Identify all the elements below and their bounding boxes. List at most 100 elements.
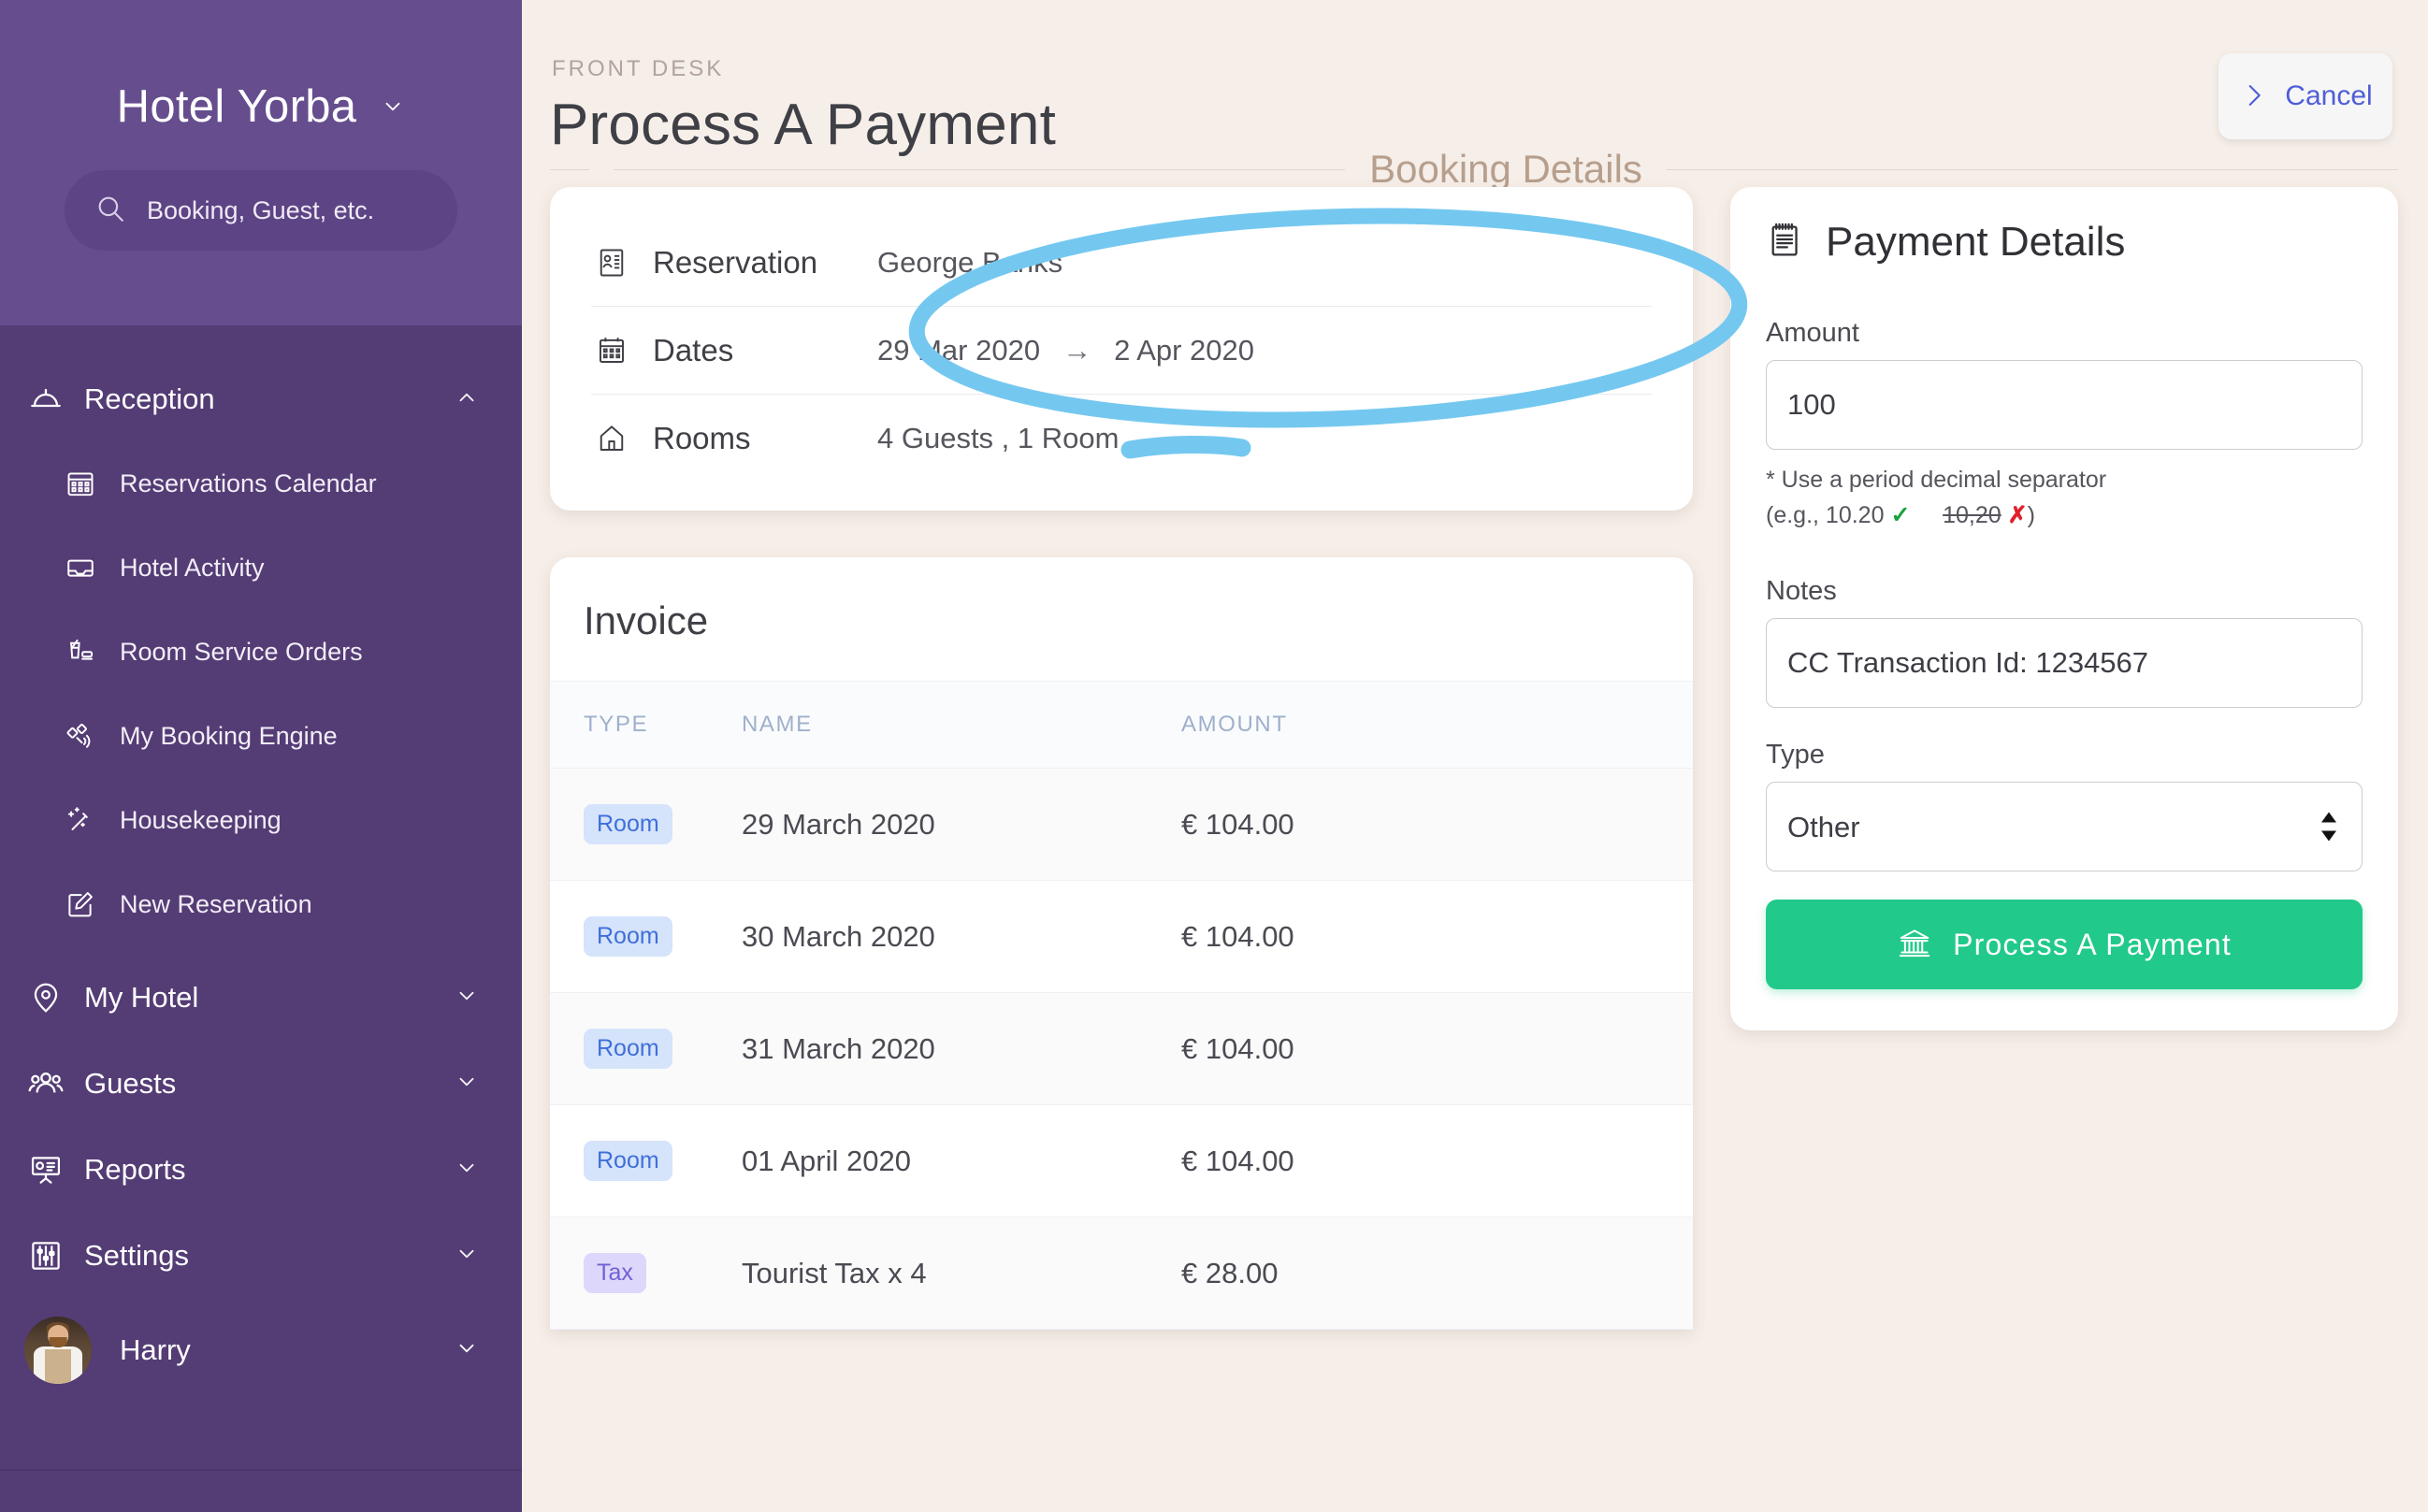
divider-line-right (1666, 168, 2399, 170)
section-divider: Booking Details (550, 147, 2399, 192)
invoice-cell-amount: € 104.00 (1181, 1104, 1693, 1217)
divider-line-left (550, 168, 589, 170)
sidebar-item-housekeeping[interactable]: Housekeeping (0, 778, 522, 862)
sidebar-group-my-hotel[interactable]: My Hotel (0, 963, 522, 1032)
sidebar-item-label: Reservations Calendar (120, 468, 377, 497)
status-badge: Tax (584, 1253, 646, 1293)
house-icon (591, 422, 632, 455)
invoice-cell-name: 01 April 2020 (742, 1104, 1181, 1217)
invoice-title: Invoice (584, 598, 709, 642)
status-badge: Room (584, 1141, 672, 1181)
calendar-icon (591, 334, 632, 367)
sidebar-subitems-reception: Reservations Calendar Hotel Activity Roo… (0, 434, 522, 946)
bank-icon (1897, 926, 1932, 964)
table-row[interactable]: Room 01 April 2020 € 104.00 (550, 1104, 1693, 1217)
sidebar-group-label: My Hotel (84, 981, 199, 1014)
invoice-cell-amount: € 104.00 (1181, 768, 1693, 881)
column-header-type: TYPE (550, 681, 742, 769)
notes-label: Notes (1766, 576, 1837, 606)
sidebar-item-my-booking-engine[interactable]: My Booking Engine (0, 694, 522, 778)
sidebar-group-guests[interactable]: Guests (0, 1049, 522, 1118)
sidebar-item-hotel-activity[interactable]: Hotel Activity (0, 526, 522, 610)
invoice-cell-amount: € 28.00 (1181, 1217, 1693, 1330)
brand-name: Hotel Yorba (116, 81, 357, 132)
column-header-amount: AMOUNT (1181, 681, 1693, 769)
chevron-down-icon (455, 1070, 479, 1099)
sidebar-item-label: Housekeeping (120, 805, 282, 834)
amount-input[interactable] (1766, 360, 2363, 450)
invoice-cell-name: Tourist Tax x 4 (742, 1217, 1181, 1330)
sidebar-item-label: My Booking Engine (120, 721, 338, 750)
booking-row-value: George Banks (877, 245, 1063, 279)
sidebar-nav: Reception Reservations Calendar Hotel Ac… (0, 325, 522, 1395)
service-bell-icon (26, 381, 65, 418)
content-columns: Reservation George Banks Dates 29 Mar 20… (522, 187, 2428, 1512)
type-label: Type (1766, 740, 1825, 770)
sliders-icon (26, 1238, 65, 1274)
sidebar-group-label: Reports (84, 1153, 186, 1186)
chevron-down-icon (455, 1242, 479, 1271)
sidebar-group-label: Guests (84, 1067, 177, 1100)
status-badge: Room (584, 1029, 672, 1069)
payment-details-header: Payment Details (1766, 219, 2363, 266)
sidebar-item-new-reservation[interactable]: New Reservation (0, 862, 522, 946)
column-header-name: NAME (742, 681, 1181, 769)
hint-example-prefix: (e.g., 10.20 (1766, 501, 1885, 528)
presentation-chart-icon (26, 1152, 65, 1188)
search-icon (94, 193, 126, 229)
sidebar-item-room-service-orders[interactable]: Room Service Orders (0, 610, 522, 694)
booking-row-rooms: Rooms 4 Guests , 1 Room (591, 395, 1652, 482)
invoice-card: Invoice TYPE NAME AMOUNT Room 29 March 2… (550, 557, 1693, 1330)
notepad-icon (1766, 221, 1805, 265)
table-row[interactable]: Room 30 March 2020 € 104.00 (550, 880, 1693, 993)
notes-input[interactable] (1766, 618, 2363, 708)
sidebar-divider (0, 1469, 522, 1471)
invoice-cell-amount: € 104.00 (1181, 992, 1693, 1105)
type-select[interactable]: Other (1766, 782, 2363, 871)
payment-details-card: Payment Details Amount * Use a period de… (1730, 187, 2398, 1030)
booking-row-label: Dates (653, 332, 734, 367)
left-column: Reservation George Banks Dates 29 Mar 20… (522, 187, 1693, 1512)
cross-icon: ✗ (2007, 501, 2028, 528)
search-placeholder: Booking, Guest, etc. (147, 195, 375, 224)
booking-row-value-dates: 29 Mar 2020 → 2 Apr 2020 (877, 334, 1254, 367)
notes-field-block: Notes (1766, 576, 2363, 708)
sidebar-item-reservations-calendar[interactable]: Reservations Calendar (0, 441, 522, 526)
people-icon (26, 1065, 65, 1102)
sidebar-group-reports[interactable]: Reports (0, 1135, 522, 1204)
invoice-table-head: TYPE NAME AMOUNT (550, 681, 1693, 769)
sidebar-group-settings[interactable]: Settings (0, 1221, 522, 1290)
check-icon: ✓ (1890, 501, 1911, 528)
invoice-table-body: Room 29 March 2020 € 104.00 Room 30 Marc… (550, 768, 1693, 1330)
hint-bad-example: 10,20 (1943, 501, 2002, 528)
amount-field-block: Amount * Use a period decimal separator … (1766, 318, 2363, 533)
chevron-down-icon (381, 94, 405, 119)
sidebar-group-reception[interactable]: Reception (0, 365, 522, 434)
invoice-header-row: TYPE NAME AMOUNT (550, 681, 1693, 769)
divider-line-mid (614, 168, 1346, 170)
search-input[interactable]: Booking, Guest, etc. (65, 170, 457, 251)
invoice-cell-name: 30 March 2020 (742, 880, 1181, 993)
calendar-icon (62, 468, 99, 499)
sidebar-user-name: Harry (120, 1333, 191, 1366)
process-payment-button[interactable]: Process A Payment (1766, 900, 2363, 989)
table-row[interactable]: Tax Tourist Tax x 4 € 28.00 (550, 1217, 1693, 1330)
app-root: Hotel Yorba Booking, Guest, etc. Recepti… (0, 0, 2428, 1512)
main-content: FRONT DESK Process A Payment Cancel Book… (522, 0, 2428, 1512)
hint-suffix: ) (2027, 501, 2035, 528)
chevron-down-icon (455, 1336, 479, 1365)
sidebar-header: Hotel Yorba Booking, Guest, etc. (0, 0, 522, 325)
invoice-cell-name: 31 March 2020 (742, 992, 1181, 1105)
avatar (24, 1317, 92, 1384)
brand-switcher[interactable]: Hotel Yorba (0, 80, 522, 133)
cancel-button[interactable]: Cancel (2218, 53, 2392, 139)
table-row[interactable]: Room 31 March 2020 € 104.00 (550, 992, 1693, 1105)
booking-row-label: Rooms (653, 421, 751, 455)
chevron-down-icon (455, 1156, 479, 1185)
sidebar-user-menu[interactable]: Harry (0, 1305, 522, 1395)
booking-row-label: Reservation (653, 244, 818, 280)
chevron-down-icon (455, 984, 479, 1013)
table-row[interactable]: Room 29 March 2020 € 104.00 (550, 768, 1693, 881)
invoice-table: TYPE NAME AMOUNT Room 29 March 2020 € 10… (550, 681, 1693, 1330)
payment-details-title: Payment Details (1826, 219, 2126, 265)
